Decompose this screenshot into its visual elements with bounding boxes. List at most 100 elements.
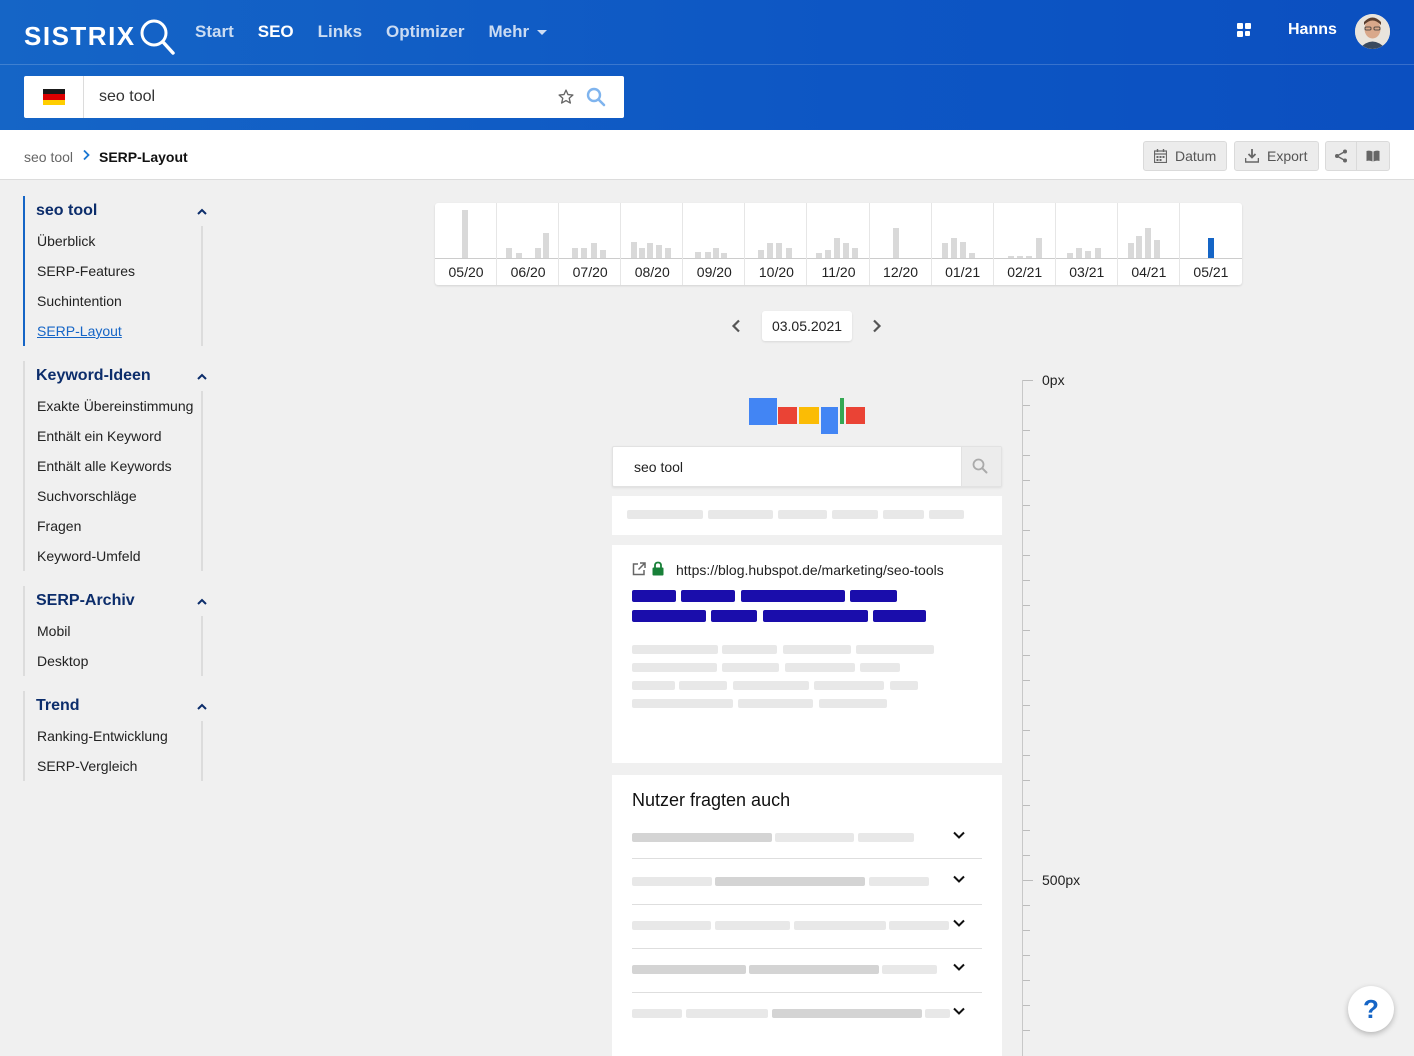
share-icon [1335, 149, 1347, 163]
help-button[interactable]: ? [1348, 986, 1394, 1032]
apps-grid-icon[interactable] [1237, 23, 1251, 37]
sidebar-item-enthaelt-ein-keyword[interactable]: Enthält ein Keyword [25, 421, 201, 451]
timeline-month-01-21[interactable]: 01/21 [932, 203, 994, 285]
snippet-line [733, 681, 809, 690]
sidebar-item-serp-features[interactable]: SERP-Features [25, 256, 201, 286]
timeline-month-05-20[interactable]: 05/20 [435, 203, 498, 285]
snippet-line [679, 681, 727, 690]
timeline-month-12-20[interactable]: 12/20 [870, 203, 932, 285]
star-icon[interactable] [557, 88, 575, 106]
timeline-month-07-20[interactable]: 07/20 [559, 203, 622, 285]
timeline-bar [1035, 238, 1042, 258]
nav-seo[interactable]: SEO [258, 20, 294, 44]
breadcrumb-parent[interactable]: seo tool [24, 149, 73, 165]
chevron-up-icon [197, 703, 207, 710]
chevron-down-icon [953, 963, 965, 971]
timeline-month-label: 12/20 [883, 264, 919, 280]
pixel-ruler [1022, 380, 1033, 1056]
sidebar-item-suchintention[interactable]: Suchintention [25, 286, 201, 316]
timeline-month-label: 02/21 [1007, 264, 1043, 280]
ruler-tick [1023, 455, 1030, 456]
timeline-month-02-21[interactable]: 02/21 [994, 203, 1056, 285]
timeline-month-11-20[interactable]: 11/20 [807, 203, 870, 285]
export-button[interactable]: Export [1234, 141, 1319, 171]
timeline-month-10-20[interactable]: 10/20 [745, 203, 808, 285]
ruler-tick [1023, 1005, 1030, 1006]
nav-optimizer[interactable]: Optimizer [386, 20, 464, 44]
ruler-tick [1023, 855, 1030, 856]
chevron-up-icon [197, 598, 207, 605]
timeline-bars [435, 203, 497, 258]
sidebar-items: Mobil Desktop [25, 616, 203, 676]
sidebar-group-title[interactable]: SERP-Archiv [25, 586, 207, 616]
timeline-month-label: 01/21 [945, 264, 981, 280]
timeline-month-label: 03/21 [1069, 264, 1105, 280]
result-url[interactable]: https://blog.hubspot.de/marketing/seo-to… [676, 562, 944, 578]
timeline-bar [950, 238, 957, 258]
timeline-bar [852, 248, 859, 258]
timeline-bar [462, 210, 468, 258]
sidebar-item-keyword-umfeld[interactable]: Keyword-Umfeld [25, 541, 201, 571]
timeline-bar [1153, 240, 1160, 258]
ruler-tick [1023, 405, 1030, 406]
ruler-tick [1023, 730, 1030, 731]
timeline-month-06-20[interactable]: 06/20 [497, 203, 560, 285]
timeline-month-03-21[interactable]: 03/21 [1056, 203, 1118, 285]
sidebar-item-ueberblick[interactable]: Überblick [25, 226, 201, 256]
paa-question-row[interactable] [632, 861, 982, 905]
sistrix-logo[interactable]: SISTRIX [24, 16, 176, 56]
ruler-tick [1023, 380, 1033, 381]
sidebar-item-mobil[interactable]: Mobil [25, 616, 201, 646]
timeline-bar [721, 253, 728, 258]
chevron-right-icon [82, 148, 90, 164]
sidebar-group-title[interactable]: seo tool [25, 196, 207, 226]
avatar[interactable] [1355, 14, 1390, 49]
selected-date[interactable]: 03.05.2021 [762, 311, 852, 341]
book-button[interactable] [1357, 141, 1390, 171]
paa-question-row[interactable] [632, 905, 982, 949]
placeholder-line [778, 510, 827, 519]
timeline-month-09-20[interactable]: 09/20 [683, 203, 746, 285]
sidebar-group-title-label: Trend [36, 697, 80, 714]
search-icon [972, 458, 988, 474]
timeline-month-05-21[interactable]: 05/21 [1180, 203, 1242, 285]
timeline-bar [1084, 251, 1091, 258]
chevron-left-icon[interactable] [731, 319, 741, 333]
sidebar-item-serp-vergleich[interactable]: SERP-Vergleich [25, 751, 201, 781]
sidebar-item-enthaelt-alle-keywords[interactable]: Enthält alle Keywords [25, 451, 201, 481]
search-input[interactable]: seo tool [99, 88, 155, 106]
search-icon[interactable] [586, 87, 606, 107]
sidebar-group-title[interactable]: Keyword-Ideen [25, 361, 207, 391]
nav-mehr[interactable]: Mehr [488, 20, 548, 44]
nav-mehr-label: Mehr [488, 22, 530, 41]
user-name[interactable]: Hanns [1288, 21, 1337, 39]
sidebar-group-title-label: Keyword-Ideen [36, 367, 151, 384]
sidebar-item-suchvorschlaege[interactable]: Suchvorschläge [25, 481, 201, 511]
header-divider [0, 64, 1414, 65]
result-title-block [711, 610, 757, 622]
nav-links[interactable]: Links [318, 20, 362, 44]
paa-question-row[interactable] [632, 993, 982, 1037]
ruler-tick [1023, 680, 1030, 681]
chevron-right-icon[interactable] [872, 319, 882, 333]
sidebar-item-fragen[interactable]: Fragen [25, 511, 201, 541]
timeline-bars [932, 203, 994, 258]
timeline-bar [665, 248, 672, 258]
timeline-month-04-21[interactable]: 04/21 [1118, 203, 1180, 285]
sidebar-item-ranking-entwicklung[interactable]: Ranking-Entwicklung [25, 721, 201, 751]
date-button[interactable]: Datum [1143, 141, 1227, 171]
timeline-month-08-20[interactable]: 08/20 [621, 203, 684, 285]
country-selector[interactable] [24, 76, 84, 118]
nav-start[interactable]: Start [195, 20, 234, 44]
chevron-up-icon [197, 208, 207, 215]
sidebar-group-title[interactable]: Trend [25, 691, 207, 721]
external-link-icon[interactable] [632, 562, 646, 576]
calendar-icon [1154, 149, 1167, 163]
timeline-month-label: 11/20 [821, 264, 856, 280]
sidebar-item-exakte-uebereinstimmung[interactable]: Exakte Übereinstimmung [25, 391, 201, 421]
sidebar-item-serp-layout[interactable]: SERP-Layout [25, 316, 201, 346]
paa-question-row[interactable] [632, 815, 982, 859]
sidebar-item-desktop[interactable]: Desktop [25, 646, 201, 676]
share-button[interactable] [1325, 141, 1357, 171]
paa-question-row[interactable] [632, 949, 982, 993]
